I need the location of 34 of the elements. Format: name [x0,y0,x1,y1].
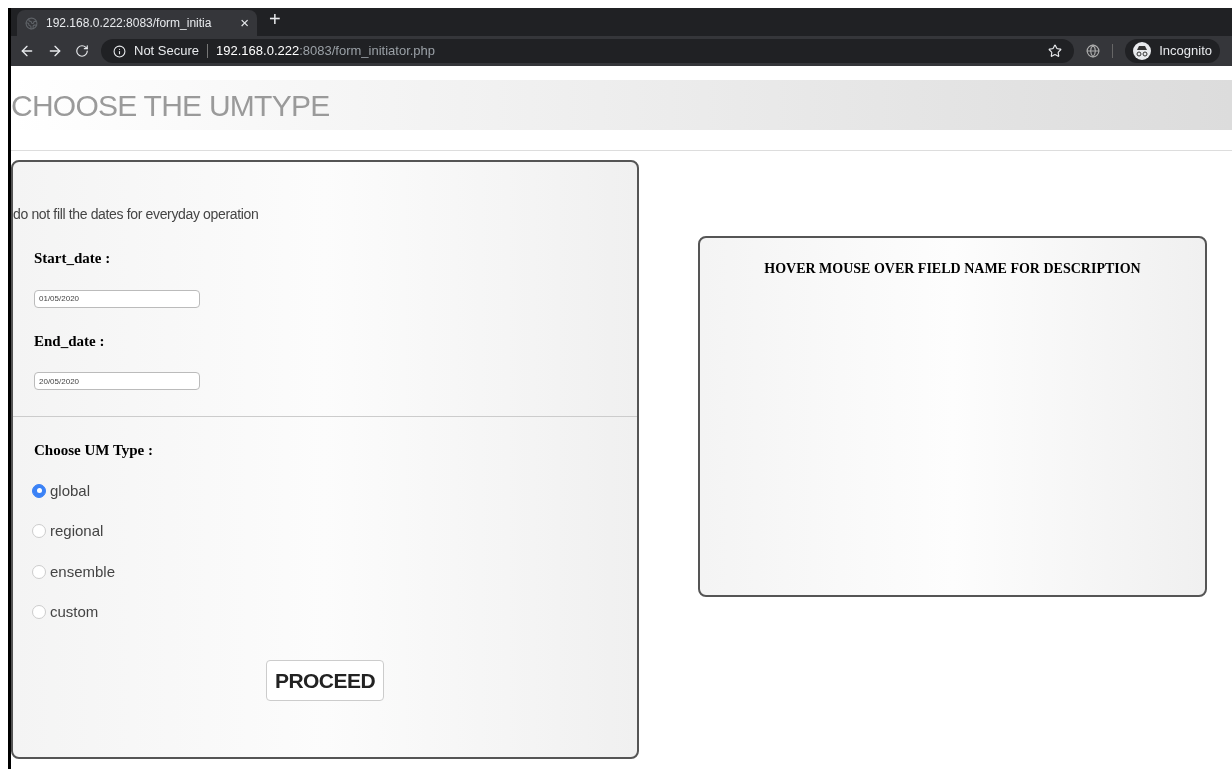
bookmark-star-icon[interactable] [1048,44,1063,58]
description-title: HOVER MOUSE OVER FIELD NAME FOR DESCRIPTION [764,260,1141,278]
radio-option[interactable]: regional [32,520,104,543]
note-text: do not fill the dates for everyday operation [13,205,260,224]
close-tab-button[interactable]: × [240,11,249,35]
url-path: :8083/form_initiator.php [299,42,436,61]
radio-button[interactable] [32,483,46,498]
date-field[interactable]: 01/05/2020 [34,289,200,308]
new-tab-button[interactable]: + [269,4,281,34]
radio-button[interactable] [32,605,46,620]
tab-title: 192.168.0.222:8083/form_initia [46,15,213,32]
incognito-icon [1133,42,1152,60]
security-label: Not Secure [134,42,200,61]
profile-button[interactable]: Incognito [1125,39,1220,63]
proceed-button[interactable]: PROCEED [265,659,385,701]
address-bar[interactable]: Not Secure 192.168.0.222:8083/form_initiator.php [101,39,1075,63]
radio-option[interactable]: global [32,479,91,502]
um-type-label: Choose UM Type : [34,441,155,460]
globe-icon[interactable] [1086,44,1101,58]
radio-option[interactable]: custom [32,601,99,624]
back-icon[interactable] [19,43,35,59]
field-label: Start_date : [34,249,112,268]
page-title: CHOOSE THE UMTYPE [11,87,330,124]
forward-icon[interactable] [47,43,63,59]
date-field[interactable]: 20/05/2020 [34,372,200,390]
info-icon [113,44,126,58]
url-host: 192.168.0.222 [216,42,300,61]
radio-button[interactable] [32,524,46,539]
globe-icon [25,16,38,30]
radio-option[interactable]: ensemble [32,560,116,583]
browser-tab[interactable]: 192.168.0.222:8083/form_initia × [17,10,257,36]
reload-icon[interactable] [75,44,89,58]
radio-button[interactable] [32,564,46,579]
field-label: End_date : [34,331,106,351]
